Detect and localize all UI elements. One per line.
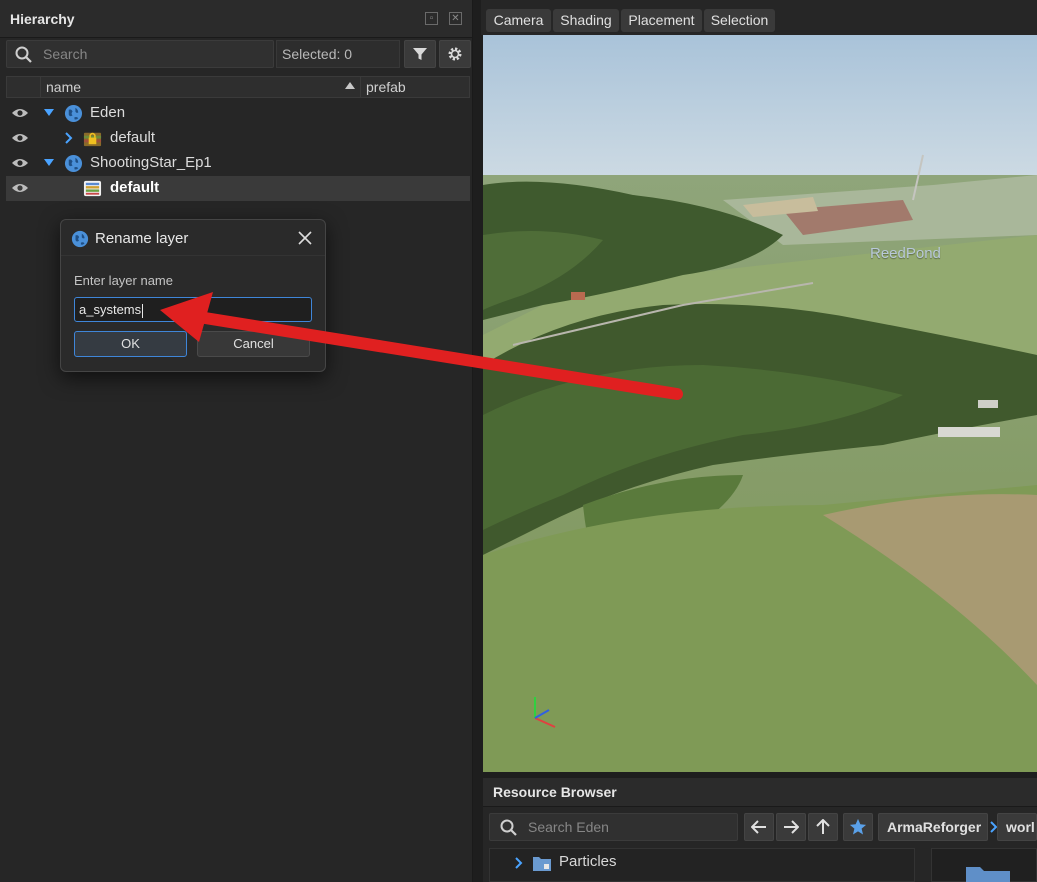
- arrow-right-icon: [784, 820, 799, 834]
- globe-icon: [64, 154, 83, 173]
- undock-icon[interactable]: ▫: [425, 12, 438, 25]
- filter-button[interactable]: [404, 40, 436, 68]
- text-caret: [142, 303, 144, 318]
- eye-icon[interactable]: [11, 181, 29, 195]
- tab-selection[interactable]: Selection: [704, 9, 775, 32]
- hierarchy-toolbar: Selected: 0: [0, 38, 473, 70]
- hierarchy-header: Hierarchy ▫ ✕: [0, 0, 472, 38]
- hierarchy-search-input[interactable]: [43, 45, 263, 63]
- hierarchy-column-header: name prefab: [6, 76, 470, 98]
- close-icon[interactable]: [297, 230, 313, 246]
- tree-row-label: default: [110, 129, 156, 146]
- eye-icon[interactable]: [11, 156, 29, 170]
- folder-icon[interactable]: [964, 863, 1012, 882]
- tree-row-shootingstar[interactable]: ShootingStar_Ep1: [6, 151, 470, 176]
- globe-icon: [64, 104, 83, 123]
- eye-icon[interactable]: [11, 131, 29, 145]
- eye-icon[interactable]: [11, 106, 29, 120]
- expand-arrow-icon[interactable]: [44, 159, 54, 167]
- selected-count: Selected: 0: [276, 40, 400, 68]
- hierarchy-search[interactable]: [6, 40, 274, 68]
- star-icon: [849, 818, 867, 835]
- expand-arrow-icon[interactable]: [44, 109, 54, 117]
- rename-layer-dialog: Rename layer Enter layer name a_systems …: [60, 219, 326, 372]
- resource-browser-title: Resource Browser: [483, 778, 1037, 807]
- map-location-label: ReedPond: [870, 245, 941, 262]
- layer-name-input[interactable]: a_systems: [74, 297, 312, 322]
- editor-window: Hierarchy ▫ ✕ Selected: 0: [0, 0, 1037, 882]
- search-icon: [500, 819, 517, 836]
- tree-row-label: Eden: [90, 104, 126, 121]
- tree-row-label: ShootingStar_Ep1: [90, 154, 212, 171]
- close-panel-icon[interactable]: ✕: [449, 12, 462, 25]
- resource-browser-panel: Resource Browser ArmaReforger worl Parti…: [483, 778, 1037, 882]
- hierarchy-title: Hierarchy: [10, 10, 75, 27]
- globe-icon: [71, 230, 89, 248]
- hierarchy-panel: Hierarchy ▫ ✕ Selected: 0: [0, 0, 473, 882]
- dialog-header: Rename layer: [61, 220, 325, 256]
- layer-name-value: a_systems: [79, 302, 142, 317]
- tree-row-label: default: [110, 179, 160, 196]
- filter-icon: [413, 48, 427, 60]
- terrain-scene: [483, 35, 1037, 772]
- prefab-column-header[interactable]: prefab: [366, 79, 406, 95]
- lock-layer-icon: [83, 132, 102, 147]
- resource-grid: [931, 848, 1037, 882]
- back-button[interactable]: [744, 813, 774, 841]
- ok-button[interactable]: OK: [74, 331, 187, 357]
- scene-viewport[interactable]: ReedPond: [483, 35, 1037, 772]
- tree-row-eden[interactable]: Eden: [6, 101, 470, 126]
- viewport-toolbar: Camera Shading Placement Selection: [481, 0, 1037, 35]
- arrow-up-icon: [816, 819, 830, 834]
- gear-icon: [448, 47, 462, 61]
- resource-search-input[interactable]: [528, 818, 728, 836]
- tab-camera[interactable]: Camera: [486, 9, 551, 32]
- folder-icon: [533, 857, 551, 871]
- breadcrumb-worlds[interactable]: worl: [997, 813, 1037, 841]
- tab-shading[interactable]: Shading: [553, 9, 619, 32]
- cancel-button[interactable]: Cancel: [197, 331, 310, 357]
- list-item[interactable]: Particles: [559, 853, 617, 870]
- layer-stack-icon: [83, 180, 102, 197]
- settings-button[interactable]: [439, 40, 471, 68]
- tree-row-default-active[interactable]: default: [6, 176, 470, 201]
- tree-row-default-locked[interactable]: default: [6, 126, 470, 151]
- visibility-column: [7, 77, 41, 97]
- forward-button[interactable]: [776, 813, 806, 841]
- search-icon: [15, 46, 32, 63]
- tab-placement[interactable]: Placement: [621, 9, 702, 32]
- arrow-left-icon: [751, 820, 766, 834]
- layer-name-label: Enter layer name: [74, 273, 173, 288]
- resource-search[interactable]: [489, 813, 738, 841]
- resource-folder-tree: Particles: [489, 848, 915, 882]
- dialog-title: Rename layer: [95, 230, 189, 247]
- column-divider[interactable]: [360, 77, 361, 97]
- up-button[interactable]: [808, 813, 838, 841]
- name-column-header[interactable]: name: [46, 79, 81, 95]
- chevron-right-icon[interactable]: [515, 857, 523, 869]
- sort-ascending-icon[interactable]: [345, 82, 355, 89]
- chevron-right-icon[interactable]: [65, 132, 73, 144]
- breadcrumb-armareforger[interactable]: ArmaReforger: [878, 813, 988, 841]
- favorites-button[interactable]: [843, 813, 873, 841]
